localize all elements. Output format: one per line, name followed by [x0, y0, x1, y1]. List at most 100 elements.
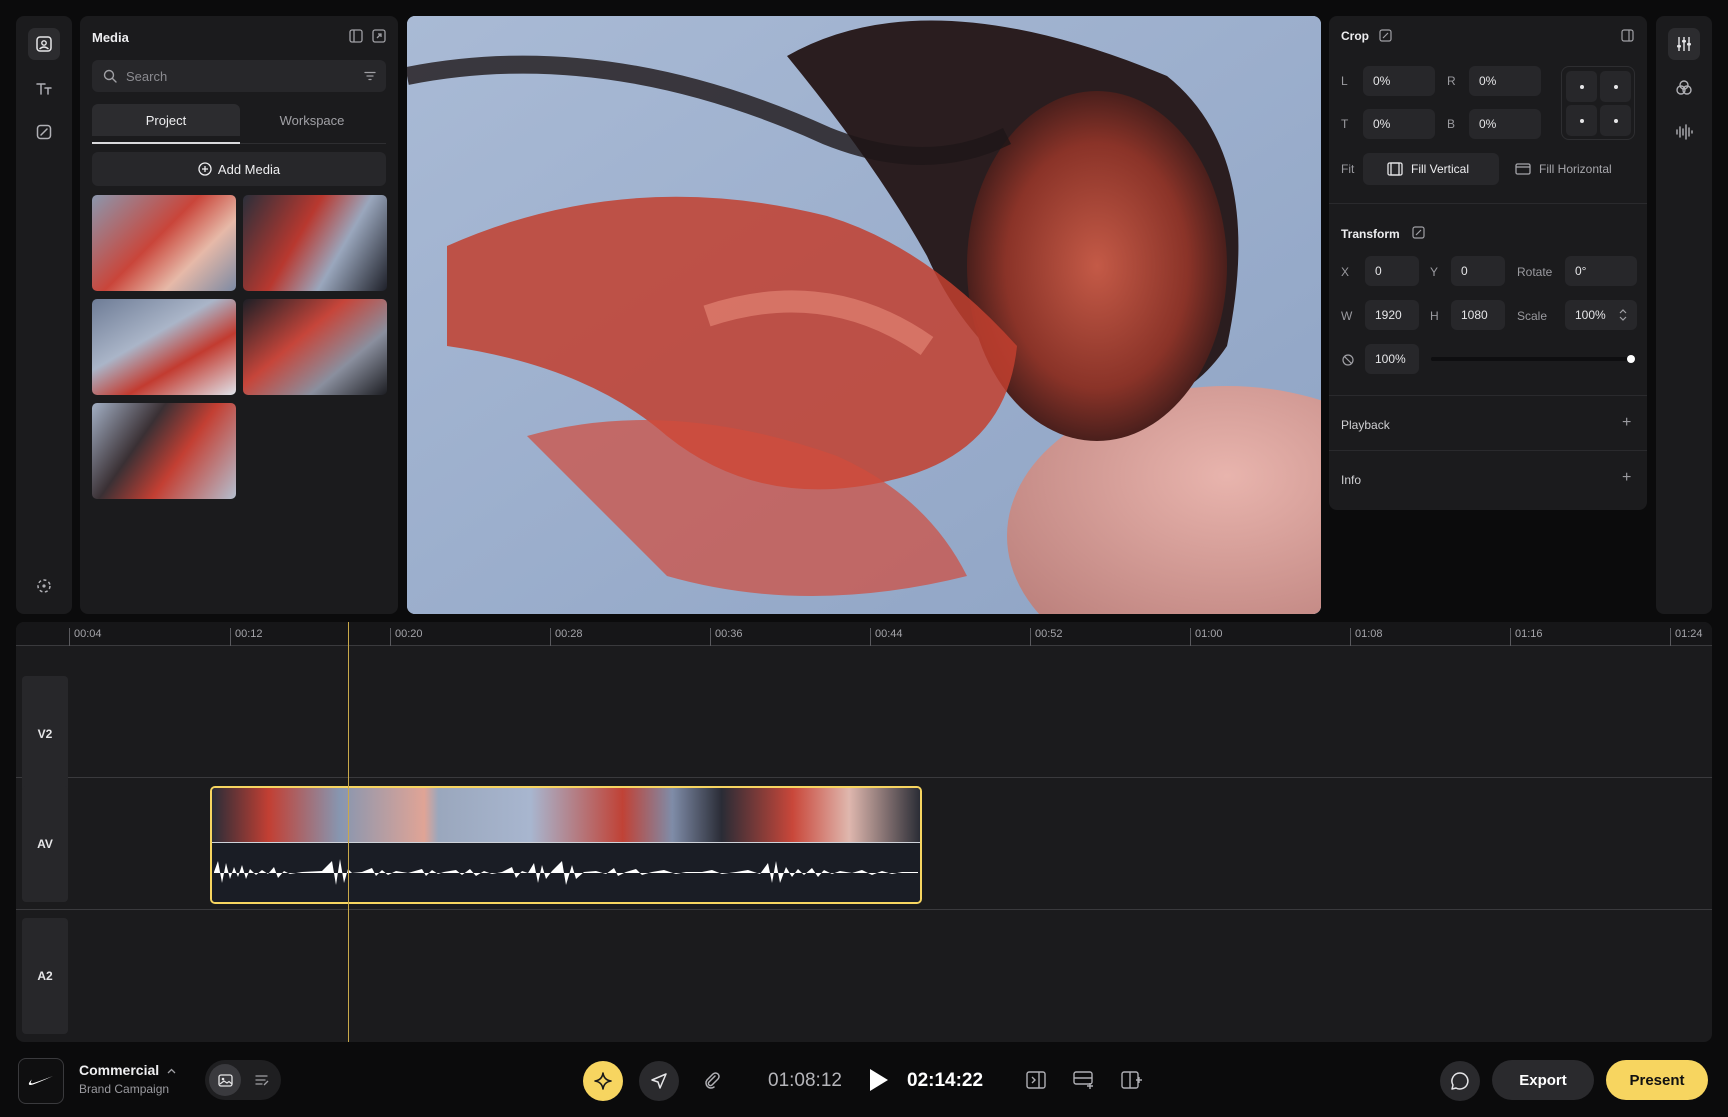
send-button[interactable]	[639, 1061, 679, 1101]
active-tab-indicator	[92, 142, 240, 144]
present-button[interactable]: Present	[1606, 1060, 1708, 1100]
playback-section-label[interactable]: Playback	[1341, 418, 1390, 432]
adjust-tool-button[interactable]	[28, 116, 60, 148]
ruler-tick: 01:08	[1350, 628, 1383, 646]
add-media-button[interactable]: Add Media	[92, 152, 386, 186]
fill-horizontal-icon	[1515, 163, 1531, 175]
crop-right-label: R	[1447, 74, 1456, 88]
ruler-tick: 00:20	[390, 628, 423, 646]
y-label: Y	[1430, 265, 1439, 279]
track-label: V2	[22, 676, 68, 792]
av-clip[interactable]	[210, 786, 922, 904]
right-tool-rail	[1656, 16, 1712, 614]
media-thumbnail[interactable]	[243, 195, 387, 291]
sliders-icon	[1677, 37, 1691, 51]
left-tool-rail	[16, 16, 72, 614]
crop-edit-icon[interactable]	[1379, 29, 1392, 42]
track-v2[interactable]: V2	[16, 646, 1712, 792]
info-section-label[interactable]: Info	[1341, 473, 1361, 487]
video-preview[interactable]	[407, 16, 1321, 614]
trim-button[interactable]	[1018, 1062, 1054, 1098]
transform-edit-icon[interactable]	[1412, 226, 1425, 239]
x-input[interactable]: 0	[1365, 256, 1419, 286]
opacity-slider-track[interactable]	[1431, 355, 1635, 363]
opacity-slider-thumb[interactable]	[1627, 355, 1635, 363]
sidebar-icon	[349, 29, 363, 43]
text-icon	[36, 83, 52, 95]
add-clip-button[interactable]	[1114, 1062, 1150, 1098]
media-view-button[interactable]	[209, 1064, 241, 1096]
clip-thumbnails	[212, 788, 920, 842]
fill-horizontal-button[interactable]: Fill Horizontal	[1507, 153, 1637, 185]
comments-button[interactable]	[1440, 1061, 1480, 1101]
crop-right-input[interactable]: 0%	[1469, 66, 1541, 96]
anchor-top-left[interactable]	[1566, 71, 1597, 102]
fill-vertical-button[interactable]: Fill Vertical	[1363, 153, 1499, 185]
search-input[interactable]	[126, 60, 346, 92]
trim-icon	[1026, 1071, 1046, 1089]
chat-bubble-icon	[1451, 1072, 1469, 1090]
export-button[interactable]: Export	[1492, 1060, 1594, 1100]
adjustments-button[interactable]	[1668, 28, 1700, 60]
add-media-label: Add Media	[217, 161, 281, 177]
opacity-input[interactable]: 100%	[1365, 344, 1419, 374]
audio-button[interactable]	[1668, 116, 1700, 148]
media-panel-title: Media	[92, 30, 129, 45]
y-input[interactable]: 0	[1451, 256, 1505, 286]
track-a2[interactable]: A2	[16, 910, 1712, 1042]
project-name[interactable]: Commercial	[79, 1062, 176, 1078]
tab-workspace[interactable]: Workspace	[238, 104, 386, 136]
play-button[interactable]	[860, 1062, 896, 1098]
waveform-icon	[1676, 124, 1693, 140]
anchor-bottom-left[interactable]	[1566, 105, 1597, 136]
scale-label: Scale	[1517, 309, 1548, 323]
text-tool-button[interactable]	[28, 72, 60, 104]
popout-button[interactable]	[369, 26, 389, 46]
height-input[interactable]: 1080	[1451, 300, 1505, 330]
w-label: W	[1341, 309, 1353, 323]
attach-button[interactable]	[694, 1062, 730, 1098]
section-divider	[1329, 203, 1647, 204]
ruler-tick: 00:04	[69, 628, 102, 646]
rotate-input[interactable]: 0°	[1565, 256, 1637, 286]
brand-logo[interactable]	[18, 1058, 64, 1104]
project-subtitle: Brand Campaign	[79, 1082, 170, 1096]
color-circles-icon	[1676, 80, 1692, 95]
chevron-up-icon[interactable]	[167, 1068, 176, 1074]
media-thumbnail[interactable]	[92, 195, 236, 291]
crop-left-input[interactable]: 0%	[1363, 66, 1435, 96]
total-time: 02:14:22	[907, 1070, 984, 1091]
width-input[interactable]: 1920	[1365, 300, 1419, 330]
notes-view-button[interactable]	[245, 1064, 277, 1096]
crop-top-input[interactable]: 0%	[1363, 109, 1435, 139]
h-label: H	[1430, 309, 1439, 323]
media-thumbnail[interactable]	[243, 299, 387, 395]
play-icon	[870, 1069, 888, 1091]
media-thumbnail[interactable]	[92, 403, 236, 499]
stepper-icon[interactable]	[1619, 309, 1627, 321]
info-expand-icon[interactable]: +	[1622, 469, 1631, 487]
ruler-tick: 00:12	[230, 628, 263, 646]
media-tool-button[interactable]	[28, 28, 60, 60]
add-track-button[interactable]	[1066, 1062, 1102, 1098]
anchor-top-right[interactable]	[1600, 71, 1631, 102]
color-button[interactable]	[1668, 72, 1700, 104]
timeline-ruler[interactable]: 00:04 00:12 00:20 00:28 00:36 00:44 00:5…	[16, 622, 1712, 646]
media-thumbnail[interactable]	[92, 299, 236, 395]
ai-assist-button[interactable]	[583, 1061, 623, 1101]
fit-label: Fit	[1341, 162, 1355, 176]
ruler-tick: 00:52	[1030, 628, 1063, 646]
filter-icon[interactable]	[364, 70, 376, 82]
playback-expand-icon[interactable]: +	[1622, 414, 1631, 432]
slash-square-icon	[36, 124, 52, 140]
anchor-bottom-right[interactable]	[1600, 105, 1631, 136]
panel-toggle-icon[interactable]	[1621, 29, 1634, 42]
playhead[interactable]	[348, 622, 349, 1042]
settings-tool-button[interactable]	[28, 570, 60, 602]
search-box	[92, 60, 386, 92]
crop-bottom-label: B	[1447, 117, 1456, 131]
scale-input[interactable]: 100%	[1565, 300, 1637, 330]
crop-bottom-input[interactable]: 0%	[1469, 109, 1541, 139]
sidebar-toggle-button[interactable]	[346, 26, 366, 46]
tab-project[interactable]: Project	[92, 104, 240, 136]
